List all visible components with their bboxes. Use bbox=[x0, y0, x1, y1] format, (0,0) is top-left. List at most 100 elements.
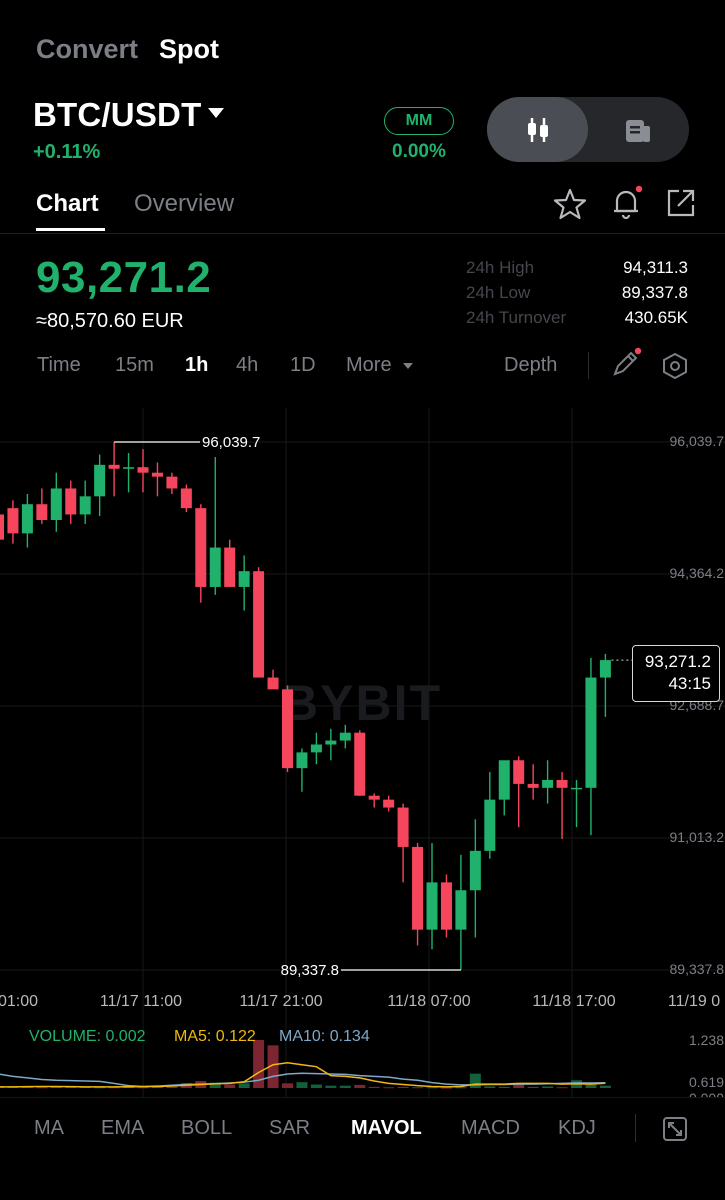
candle-body bbox=[166, 476, 178, 489]
candle-body bbox=[123, 467, 135, 469]
indicator-ma[interactable]: MA bbox=[34, 1117, 64, 1140]
volume-bar bbox=[527, 1086, 539, 1088]
chevron-down-icon[interactable] bbox=[208, 108, 224, 118]
candle-body bbox=[151, 472, 163, 477]
volume-bar bbox=[224, 1084, 236, 1088]
indicator-ema[interactable]: EMA bbox=[101, 1117, 144, 1140]
interval-time[interactable]: Time bbox=[37, 354, 81, 377]
y-tick-label: 91,013.2 bbox=[670, 829, 725, 845]
divider bbox=[0, 233, 725, 234]
candlestick-icon bbox=[528, 118, 548, 142]
candle-body bbox=[224, 547, 236, 587]
divider bbox=[0, 1097, 725, 1098]
x-tick-label: 11/17 11:00 bbox=[100, 993, 182, 1010]
pair-selector[interactable]: BTC/USDT bbox=[33, 96, 201, 134]
candle-body bbox=[513, 760, 525, 784]
candle-body bbox=[498, 760, 510, 800]
candle-body bbox=[238, 571, 250, 587]
indicator-kdj[interactable]: KDJ bbox=[558, 1117, 596, 1140]
volume-bar bbox=[542, 1086, 554, 1088]
volume-bar bbox=[498, 1086, 510, 1088]
price-change: +0.11% bbox=[33, 141, 101, 163]
indicator-mavol[interactable]: MAVOL bbox=[351, 1117, 422, 1140]
x-tick-label: 01:00 bbox=[0, 993, 38, 1010]
tab-overview[interactable]: Overview bbox=[134, 190, 234, 218]
fiat-price: ≈80,570.60 EUR bbox=[36, 310, 184, 332]
candle-body bbox=[527, 783, 539, 788]
volume-bar bbox=[455, 1087, 467, 1089]
x-tick-label: 11/19 0 bbox=[668, 993, 720, 1010]
candle-body bbox=[542, 779, 554, 788]
candle-body bbox=[571, 787, 582, 790]
candle-body bbox=[137, 467, 149, 473]
candle-body bbox=[209, 547, 221, 587]
candle-body bbox=[310, 744, 322, 753]
candle-body bbox=[282, 689, 293, 769]
candle-body bbox=[585, 677, 597, 788]
bell-icon[interactable] bbox=[609, 185, 645, 221]
tab-chart-underline bbox=[36, 228, 105, 231]
indicator-macd[interactable]: MACD bbox=[461, 1117, 520, 1140]
indicator-sar[interactable]: SAR bbox=[269, 1117, 310, 1140]
candle-body bbox=[383, 799, 395, 808]
candle-body bbox=[368, 795, 380, 800]
volume-bar bbox=[469, 1073, 481, 1088]
depth-button[interactable]: Depth bbox=[504, 354, 557, 377]
stat-value-high: 94,311.3 bbox=[623, 258, 688, 277]
indicator-bar bbox=[0, 1097, 725, 1200]
volume-bar bbox=[325, 1085, 337, 1088]
volume-bar bbox=[426, 1087, 438, 1089]
mm-value: 0.00% bbox=[392, 141, 446, 162]
orderbook-icon[interactable] bbox=[623, 116, 653, 146]
watermark: BYBIT bbox=[282, 675, 442, 731]
fullscreen-icon[interactable] bbox=[662, 1116, 688, 1142]
tab-convert[interactable]: Convert bbox=[36, 34, 138, 65]
volume-bar bbox=[354, 1084, 366, 1088]
mm-badge[interactable]: MM bbox=[384, 107, 454, 135]
candlestick-chart[interactable]: BYBIT96,039.794,364.292,688.791,013.289,… bbox=[0, 400, 725, 1100]
candle-body bbox=[599, 660, 611, 678]
view-toggle-chart[interactable] bbox=[487, 97, 588, 162]
volume-bar bbox=[339, 1085, 351, 1088]
current-price-label: 93,271.2 bbox=[644, 652, 711, 671]
candle-body bbox=[339, 732, 351, 741]
candle-body bbox=[556, 779, 568, 788]
star-icon[interactable] bbox=[553, 187, 587, 221]
candle-body bbox=[7, 508, 19, 534]
candle-body bbox=[267, 677, 279, 690]
tab-chart[interactable]: Chart bbox=[36, 190, 99, 218]
interval-1h[interactable]: 1h bbox=[185, 354, 208, 377]
volume-bar bbox=[440, 1087, 452, 1089]
interval-15m[interactable]: 15m bbox=[115, 354, 154, 377]
volume-bar bbox=[238, 1083, 250, 1088]
more-caret-icon[interactable] bbox=[403, 363, 413, 369]
candle-body bbox=[0, 514, 4, 540]
volume-bar bbox=[383, 1087, 395, 1089]
volume-bar bbox=[412, 1087, 424, 1089]
volume-legend: VOLUME: 0.002 bbox=[29, 1028, 146, 1045]
candle-body bbox=[21, 504, 33, 534]
settings-hex-icon[interactable] bbox=[661, 352, 689, 380]
stat-label-high: 24h High bbox=[466, 258, 535, 277]
candle-body bbox=[412, 846, 424, 930]
volume-bar bbox=[368, 1086, 380, 1088]
divider bbox=[588, 352, 589, 379]
volume-bar bbox=[282, 1083, 293, 1088]
candle-body bbox=[484, 799, 496, 851]
share-icon[interactable] bbox=[664, 186, 698, 220]
draw-pen-icon[interactable] bbox=[609, 346, 643, 380]
stat-label-low: 24h Low bbox=[466, 283, 531, 302]
ma5-legend: MA5: 0.122 bbox=[174, 1028, 256, 1045]
interval-1d[interactable]: 1D bbox=[290, 354, 316, 377]
interval-4h[interactable]: 4h bbox=[236, 354, 258, 377]
interval-more[interactable]: More bbox=[346, 354, 392, 377]
candle-body bbox=[50, 488, 62, 520]
candle-body bbox=[455, 890, 467, 930]
volume-bar bbox=[585, 1084, 597, 1088]
candle-body bbox=[36, 504, 48, 520]
candle-body bbox=[79, 496, 91, 515]
candle-body bbox=[440, 882, 452, 930]
indicator-boll[interactable]: BOLL bbox=[181, 1117, 232, 1140]
tab-spot[interactable]: Spot bbox=[159, 34, 219, 65]
candle-body bbox=[65, 488, 77, 515]
